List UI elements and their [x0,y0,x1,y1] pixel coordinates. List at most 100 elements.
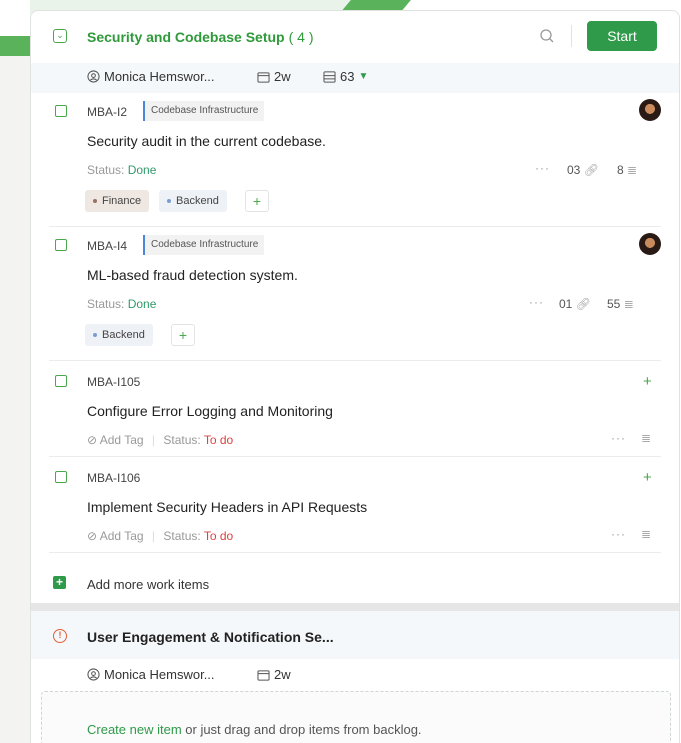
tag-dot [93,199,97,204]
work-item-title[interactable]: Configure Error Logging and Monitoring [87,403,333,419]
tag-icon: ⊘ [87,433,98,447]
sprint-meta-bar: Monica Hemswor... 2w 63 ▼ [31,63,679,93]
alert-icon: ! [53,629,67,643]
status-label: Status: [163,529,201,543]
work-item-icon [55,471,67,483]
sprint-title-text: Security and Codebase Setup [87,29,285,45]
chevron-down-icon[interactable]: ⌄ [53,29,67,43]
backlog-drop-zone[interactable]: Create new item or just drag and drop it… [41,691,671,743]
status-label: Status: [87,163,125,177]
work-item-status[interactable]: Status: Done [87,297,156,311]
project-tag[interactable]: Codebase Infrastructure [143,235,265,255]
tag-label: Backend [102,329,145,341]
status-value: Done [127,163,157,177]
create-new-item-link[interactable]: Create new item [87,722,182,737]
sprint-owner[interactable]: Monica Hemswor... [87,667,215,682]
drop-zone-text: Create new item or just drag and drop it… [87,722,422,737]
work-item-card[interactable]: MBA-I106 + Implement Security Headers in… [49,457,661,553]
work-item-id[interactable]: MBA-I105 [87,375,140,389]
add-icon[interactable]: + [643,469,652,486]
add-tag-link[interactable]: Add Tag [100,529,144,543]
work-item-icon [55,375,67,387]
assignee-avatar[interactable] [639,99,661,121]
more-options-icon[interactable]: ··· [529,295,544,309]
work-item-card[interactable]: MBA-I2 Codebase Infrastructure Security … [49,93,661,227]
more-options-icon[interactable]: ··· [611,527,626,541]
assignee-avatar[interactable] [639,233,661,255]
meta-divider: | [151,529,156,543]
subtasks-count[interactable]: 8 ≣ [617,163,637,177]
sprint-title[interactable]: Security and Codebase Setup( 4 ) [87,29,314,45]
status-value: To do [203,529,234,543]
stack-icon [323,70,336,83]
work-item-title[interactable]: Implement Security Headers in API Reques… [87,499,367,515]
search-icon[interactable] [539,28,555,44]
sprint-meta: Monica Hemswor... 2w 63 ▼ [31,69,679,91]
more-options-icon[interactable]: ··· [611,431,626,445]
sprint-points-value: 63 [340,69,355,84]
sprint-header: ⌄ Security and Codebase Setup( 4 ) Start [31,11,679,63]
sprint-title[interactable]: User Engagement & Notification Se... [87,629,334,645]
tag-dot [93,333,97,338]
work-item-meta: ⊘ Add Tag | Status: To do [87,529,233,543]
sprint-owner-name: Monica Hemswor... [104,667,215,682]
work-item-id[interactable]: MBA-I106 [87,471,140,485]
sprint-header[interactable]: ! User Engagement & Notification Se... [31,611,679,659]
work-item-card[interactable]: MBA-I4 Codebase Infrastructure ML-based … [49,227,661,361]
status-value: Done [127,297,157,311]
tag-backend[interactable]: Backend [85,324,153,346]
header-divider [571,25,572,47]
work-item-meta: ⊘ Add Tag | Status: To do [87,433,233,447]
sprint-duration[interactable]: 2w [257,69,291,84]
sprint-panel: ⌄ Security and Codebase Setup( 4 ) Start… [30,10,680,743]
tag-backend[interactable]: Backend [159,190,227,212]
sprint-item-count: ( 4 ) [288,29,314,45]
more-options-icon[interactable]: ··· [535,161,550,175]
subtasks-count[interactable]: 55 ≣ [607,297,634,311]
caret-down-icon[interactable]: ▼ [358,71,368,82]
sprint-points[interactable]: 63 ▼ [323,69,368,84]
link-icon: 🔗︎ [575,297,591,311]
meta-divider: | [151,433,156,447]
links-count[interactable]: 01 🔗︎ [559,297,591,311]
add-tag-button[interactable]: + [171,324,195,346]
add-icon[interactable]: + [643,373,652,390]
links-count[interactable]: 03 🔗︎ [567,163,599,177]
work-item-status[interactable]: To do [204,433,233,447]
work-item-id[interactable]: MBA-I4 [87,239,127,253]
tag-label: Backend [176,195,219,207]
work-item-title[interactable]: ML-based fraud detection system. [87,267,298,283]
sprint-meta: Monica Hemswor... 2w [31,659,679,691]
status-value: To do [203,433,234,447]
work-item-title[interactable]: Security audit in the current codebase. [87,133,326,149]
sprint-divider [31,603,679,611]
sprint-duration-value: 2w [274,69,291,84]
work-item-card[interactable]: MBA-I105 + Configure Error Logging and M… [49,361,661,457]
links-count-value: 03 [567,163,581,177]
plus-square-icon: + [53,576,66,589]
user-icon [87,70,100,83]
link-icon: 🔗︎ [583,163,599,177]
stack-icon[interactable]: ≣ [641,431,651,445]
stack-icon[interactable]: ≣ [641,527,651,541]
add-tag-button[interactable]: + [245,190,269,212]
sprint-owner[interactable]: Monica Hemswor... [87,69,215,84]
tag-icon: ⊘ [87,529,98,543]
subtasks-count-value: 8 [617,163,624,177]
stack-icon: ≣ [623,297,634,311]
add-more-label: Add more work items [87,577,210,592]
project-tag[interactable]: Codebase Infrastructure [143,101,265,121]
sprint-duration[interactable]: 2w [257,667,291,682]
start-sprint-button[interactable]: Start [587,21,657,51]
work-item-id[interactable]: MBA-I2 [87,105,127,119]
drop-zone-hint: or just drag and drop items from backlog… [181,722,422,737]
stack-icon: ≣ [627,163,638,177]
add-tag-link[interactable]: Add Tag [100,433,144,447]
tag-finance[interactable]: Finance [85,190,150,212]
work-item-icon [55,105,67,117]
work-item-status[interactable]: To do [204,529,233,543]
work-item-status[interactable]: Status: Done [87,163,156,177]
user-icon [87,668,100,681]
subtasks-count-value: 55 [607,297,621,311]
add-more-work-items[interactable]: + Add more work items [49,563,661,603]
